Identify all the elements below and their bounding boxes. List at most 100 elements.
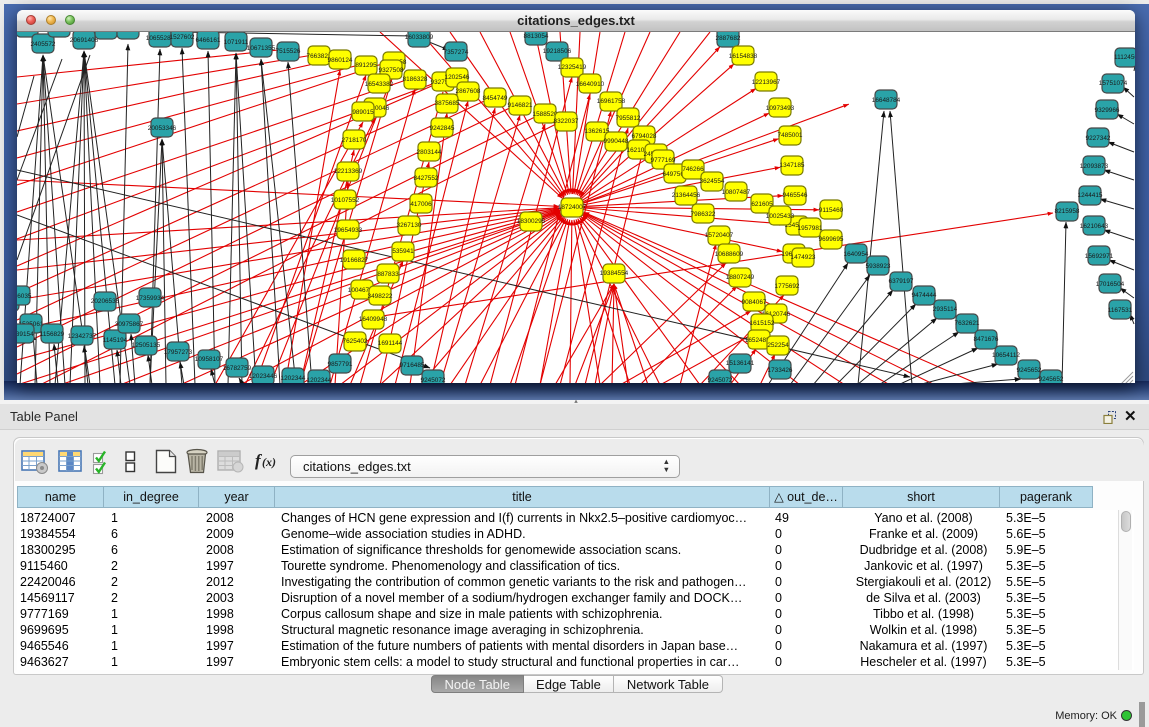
svg-text:17359934: 17359934 [136, 295, 165, 302]
svg-text:8322037: 8322037 [554, 118, 579, 125]
svg-text:887833: 887833 [377, 271, 399, 278]
svg-text:3624554: 3624554 [700, 178, 725, 185]
svg-text:9115460: 9115460 [819, 207, 844, 214]
svg-text:20206536: 20206536 [91, 298, 120, 305]
svg-text:2405572: 2405572 [31, 41, 56, 48]
svg-text:7632621: 7632621 [955, 320, 980, 327]
svg-text:9329966: 9329966 [1095, 107, 1120, 114]
svg-text:417006: 417006 [410, 201, 432, 208]
svg-text:8186328: 8186328 [403, 76, 428, 83]
svg-text:2867608: 2867608 [456, 88, 481, 95]
svg-text:18807249: 18807249 [726, 274, 755, 281]
svg-text:16961758: 16961758 [597, 98, 626, 105]
svg-text:9146821: 9146821 [508, 102, 533, 109]
svg-text:9084067: 9084067 [742, 299, 767, 306]
svg-text:2887682: 2887682 [716, 35, 741, 42]
svg-text:8215958: 8215958 [1055, 208, 1080, 215]
svg-text:2935114: 2935114 [933, 306, 958, 313]
svg-text:10807487: 10807487 [722, 189, 751, 196]
svg-text:10107552: 10107552 [331, 197, 360, 204]
svg-text:15751074: 15751074 [1099, 80, 1128, 87]
svg-text:3267130: 3267130 [397, 222, 422, 229]
svg-text:1588520: 1588520 [533, 111, 558, 118]
svg-text:8427552: 8427552 [414, 175, 439, 182]
svg-text:12213369: 12213369 [334, 168, 363, 175]
svg-text:12023446: 12023446 [249, 373, 278, 380]
svg-text:9245072: 9245072 [421, 377, 446, 383]
svg-text:19384554: 19384554 [600, 270, 629, 277]
svg-text:8471676: 8471676 [974, 336, 999, 343]
svg-text:9699695: 9699695 [819, 236, 844, 243]
svg-text:7955812: 7955812 [616, 115, 641, 122]
svg-text:12342737: 12342737 [68, 333, 97, 340]
svg-text:1691144: 1691144 [378, 340, 403, 347]
svg-text:1156829: 1156829 [40, 331, 65, 338]
svg-text:12093873: 12093873 [1080, 163, 1109, 170]
svg-text:16033809: 16033809 [405, 34, 434, 41]
svg-text:15692971: 15692971 [1085, 253, 1114, 260]
svg-text:20053346: 20053346 [148, 125, 177, 132]
svg-text:9327508: 9327508 [379, 67, 404, 74]
svg-text:12213967: 12213967 [752, 79, 781, 86]
svg-text:1244415: 1244415 [1078, 192, 1103, 199]
svg-text:9465546: 9465546 [783, 192, 808, 199]
svg-text:10654112: 10654112 [992, 352, 1020, 359]
svg-text:989015: 989015 [352, 109, 374, 116]
svg-text:1071911: 1071911 [224, 39, 249, 46]
svg-text:3498222: 3498222 [368, 293, 393, 300]
svg-text:1202344: 1202344 [281, 375, 306, 382]
svg-text:10025433: 10025433 [766, 213, 795, 220]
svg-text:12325419: 12325419 [558, 64, 587, 71]
svg-text:7625402: 7625402 [343, 338, 368, 345]
svg-text:10655287: 10655287 [114, 32, 143, 34]
svg-text:16543382: 16543382 [365, 81, 394, 88]
svg-text:8813054: 8813054 [524, 33, 549, 40]
svg-text:20691406: 20691406 [70, 37, 99, 44]
svg-text:9245652: 9245652 [1017, 367, 1042, 374]
svg-text:16640910: 16640910 [576, 81, 605, 88]
svg-text:9716485: 9716485 [400, 362, 425, 369]
svg-text:1957981: 1957981 [798, 225, 823, 232]
svg-text:6466161: 6466161 [196, 37, 221, 44]
svg-text:12505135: 12505135 [132, 342, 161, 349]
svg-text:16409948: 16409948 [359, 316, 388, 323]
svg-text:1167531: 1167531 [1108, 307, 1133, 314]
svg-text:10958107: 10958107 [195, 356, 224, 363]
svg-text:(x): (x) [262, 455, 276, 469]
svg-text:19218506: 19218506 [543, 48, 572, 55]
svg-text:535941: 535941 [392, 248, 414, 255]
svg-text:30975867: 30975867 [115, 321, 144, 328]
svg-text:1112456: 1112456 [1114, 54, 1135, 61]
svg-text:8454749: 8454749 [483, 95, 508, 102]
svg-text:19654933: 19654933 [334, 227, 363, 234]
svg-text:18300295: 18300295 [517, 218, 546, 225]
svg-text:19166827: 19166827 [340, 257, 369, 264]
svg-text:16648784: 16648784 [872, 97, 901, 104]
svg-text:10973493: 10973493 [766, 105, 795, 112]
svg-text:1640954: 1640954 [844, 251, 869, 258]
svg-text:6794028: 6794028 [632, 133, 657, 140]
svg-text:746266: 746266 [682, 166, 704, 173]
svg-text:2718170: 2718170 [342, 137, 367, 144]
svg-text:10688609: 10688609 [715, 251, 744, 258]
svg-text:1145194: 1145194 [103, 337, 128, 344]
svg-text:18724007: 18724007 [558, 204, 587, 211]
svg-text:10671355: 10671355 [247, 45, 276, 52]
svg-text:7485001: 7485001 [778, 132, 803, 139]
svg-text:9245072: 9245072 [708, 377, 733, 383]
svg-text:9474444: 9474444 [912, 292, 937, 299]
svg-text:1202344: 1202344 [307, 377, 332, 383]
svg-text:17016504: 17016504 [1096, 281, 1125, 288]
svg-text:891295: 891295 [355, 62, 377, 69]
svg-text:252254: 252254 [767, 342, 789, 349]
svg-text:21364456: 21364456 [672, 192, 701, 199]
svg-text:7986322: 7986322 [691, 211, 716, 218]
svg-text:6379197: 6379197 [889, 278, 914, 285]
svg-text:16782759: 16782759 [223, 365, 252, 372]
svg-text:9245652: 9245652 [1039, 376, 1064, 383]
svg-text:1733426: 1733426 [768, 367, 793, 374]
svg-text:17957273: 17957273 [164, 349, 193, 356]
svg-text:1615152: 1615152 [750, 320, 775, 327]
svg-text:7515526: 7515526 [276, 48, 301, 55]
svg-text:1527602: 1527602 [170, 34, 195, 41]
